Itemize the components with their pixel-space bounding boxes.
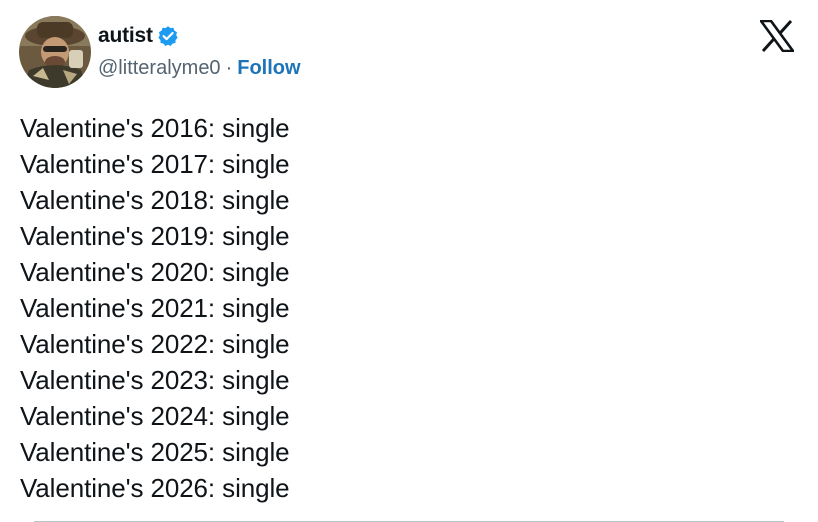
tweet-line: Valentine's 2020: single xyxy=(20,257,290,287)
verified-badge-icon xyxy=(157,25,179,47)
tweet-line: Valentine's 2021: single xyxy=(20,293,290,323)
author-identity: autist @litteralyme0 · Follow xyxy=(98,24,301,80)
tweet-line: Valentine's 2018: single xyxy=(20,185,290,215)
tweet-line: Valentine's 2022: single xyxy=(20,329,290,359)
tweet-line: Valentine's 2017: single xyxy=(20,149,290,179)
tweet-line: Valentine's 2025: single xyxy=(20,437,290,467)
tweet-line: Valentine's 2024: single xyxy=(20,401,290,431)
tweet-line: Valentine's 2026: single xyxy=(20,473,290,503)
follow-button[interactable]: Follow xyxy=(237,57,300,80)
display-name[interactable]: autist xyxy=(98,24,153,48)
tweet-header: autist @litteralyme0 · Follow xyxy=(19,16,301,88)
separator-dot: · xyxy=(225,57,233,79)
x-logo-icon[interactable] xyxy=(758,19,796,53)
tweet-line: Valentine's 2019: single xyxy=(20,221,290,251)
avatar[interactable] xyxy=(19,16,91,88)
handle-row: @litteralyme0 · Follow xyxy=(98,57,301,80)
tweet-line: Valentine's 2023: single xyxy=(20,365,290,395)
tweet-embed-card: autist @litteralyme0 · Follow Valentine'… xyxy=(0,0,818,522)
avatar-image xyxy=(19,16,91,88)
author-handle[interactable]: @litteralyme0 xyxy=(98,57,221,80)
tweet-line: Valentine's 2016: single xyxy=(20,113,290,143)
tweet-body: Valentine's 2016: single Valentine's 201… xyxy=(20,110,290,506)
name-row: autist xyxy=(98,24,301,48)
